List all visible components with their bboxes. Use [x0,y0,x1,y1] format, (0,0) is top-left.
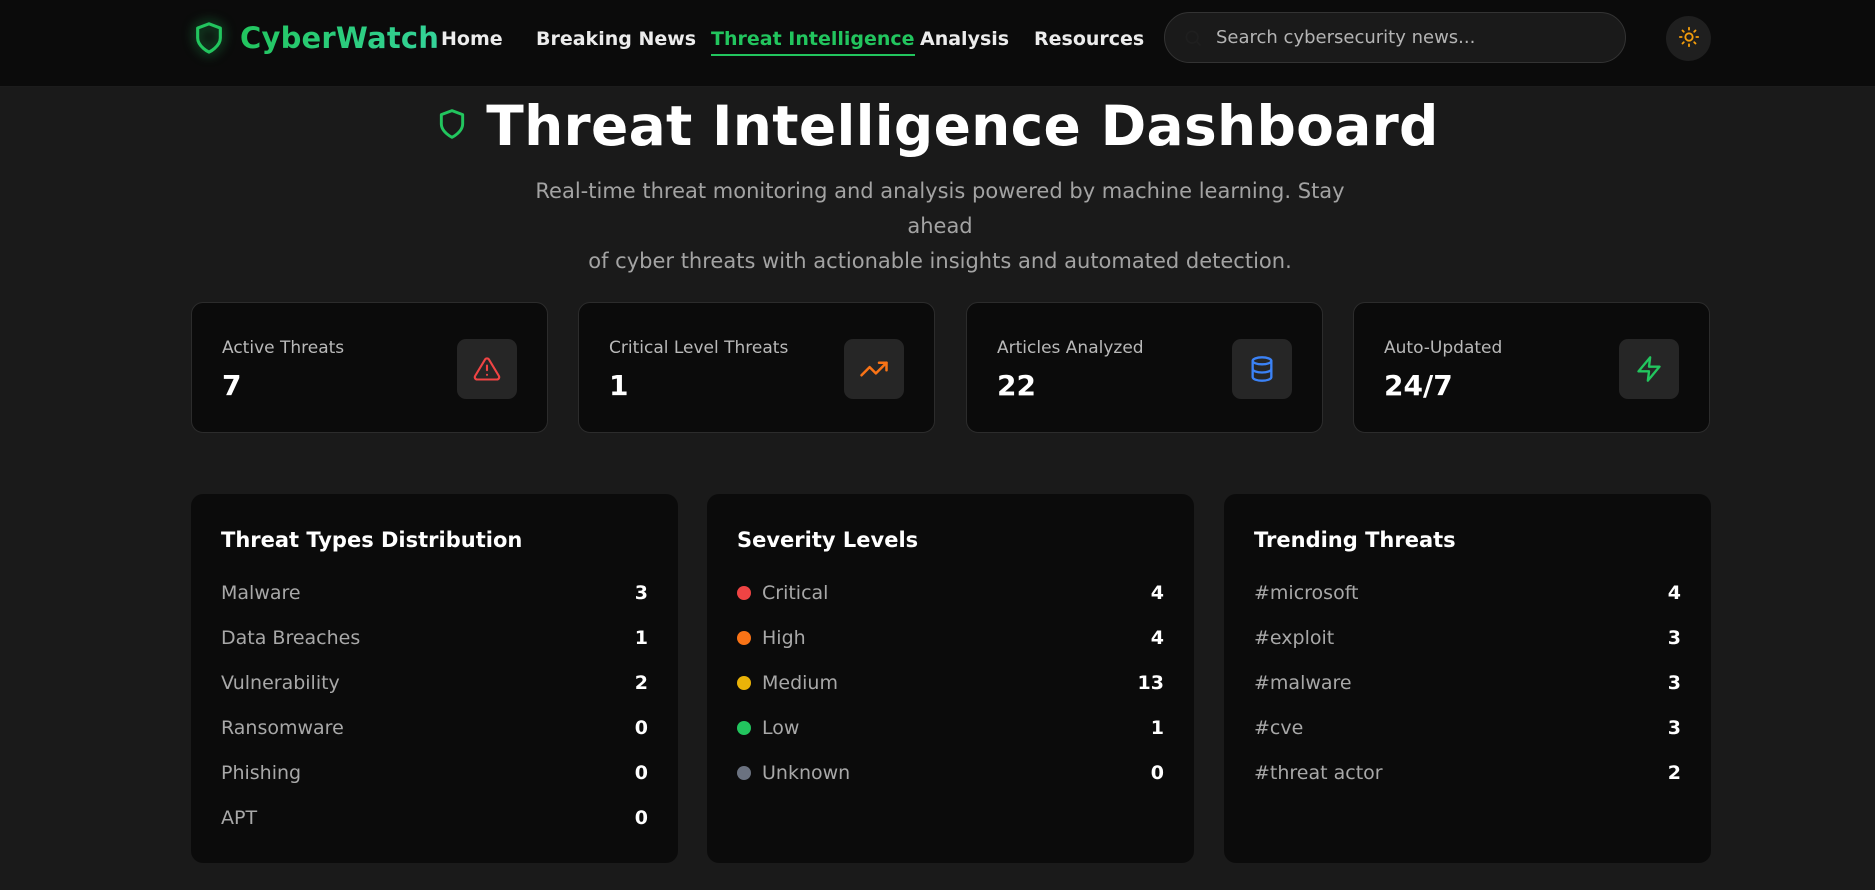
subtitle-line-1: Real-time threat monitoring and analysis… [535,179,1345,238]
row-value: 13 [1137,671,1164,694]
nav-home[interactable]: Home [441,26,503,52]
list-item: APT 0 [221,795,648,840]
search-input[interactable] [1165,13,1625,62]
row-value: 0 [634,806,648,829]
row-label: APT [221,806,258,829]
list-item: Ransomware 0 [221,705,648,750]
nav-threat-intelligence[interactable]: Threat Intelligence [711,26,915,56]
severity-dot [737,630,751,645]
severity-dot [737,720,751,735]
row-value: 4 [1150,626,1164,649]
panel-trending-threats: Trending Threats #microsoft 4 #exploit 3 #… [1224,494,1711,863]
nav-resources[interactable]: Resources [1034,26,1144,52]
row-value: 2 [634,671,648,694]
row-value: 3 [634,581,648,604]
row-value: 3 [1667,716,1681,739]
list-item[interactable]: #microsoft 4 [1254,570,1681,615]
row-value: 1 [1150,716,1164,739]
stat-value: 1 [609,369,629,402]
row-label: Low [762,716,800,739]
row-label: Ransomware [221,716,344,739]
row-label: Medium [762,671,838,694]
shield-icon [436,105,468,147]
list-item: Phishing 0 [221,750,648,795]
list-item: High 4 [737,615,1164,660]
severity-dot [737,675,751,690]
row-value: 4 [1667,581,1681,604]
row-label: Data Breaches [221,626,361,649]
row-value: 4 [1150,581,1164,604]
list-item: Critical 4 [737,570,1164,615]
row-value: 3 [1667,626,1681,649]
list-item[interactable]: #threat actor 2 [1254,750,1681,795]
list-item: Vulnerability 2 [221,660,648,705]
nav-breaking-news[interactable]: Breaking News [536,26,696,52]
row-value: 1 [634,626,648,649]
list-item[interactable]: #cve 3 [1254,705,1681,750]
row-label: #threat actor [1254,761,1383,784]
top-navbar: CyberWatch Home Breaking News Threat Int… [0,0,1875,87]
stat-value: 7 [222,369,242,402]
stat-card-critical-threats: Critical Level Threats 1 [578,302,935,433]
row-label: Malware [221,581,301,604]
list-item: Low 1 [737,705,1164,750]
database-icon [1232,339,1292,399]
stat-label: Articles Analyzed [997,338,1144,358]
brand-name: CyberWatch [240,21,440,55]
list-item[interactable]: #exploit 3 [1254,615,1681,660]
stat-value: 22 [997,369,1036,402]
panel-severity-levels: Severity Levels Critical 4 High 4 Medium 13… [707,494,1194,863]
stat-label: Active Threats [222,338,345,358]
list-item: Medium 13 [737,660,1164,705]
trending-up-icon [844,339,904,399]
sun-icon [1678,26,1700,52]
row-label: Critical [762,581,829,604]
row-label: #exploit [1254,626,1335,649]
row-label: #malware [1254,671,1352,694]
stat-label: Critical Level Threats [609,338,789,358]
shield-icon [192,18,226,58]
panel-threat-types: Threat Types Distribution Malware 3 Data … [191,494,678,863]
list-item: Unknown 0 [737,750,1164,795]
severity-dot [737,585,751,600]
stat-card-active-threats: Active Threats 7 [191,302,548,433]
row-label: #microsoft [1254,581,1359,604]
row-label: #cve [1254,716,1304,739]
search-bar [1164,12,1626,63]
threat-types-list: Malware 3 Data Breaches 1 Vulnerability 2 R… [221,570,648,840]
theme-toggle-button[interactable] [1666,16,1711,61]
nav-analysis[interactable]: Analysis [920,26,1009,52]
list-item: Data Breaches 1 [221,615,648,660]
severity-dot [737,765,751,780]
subtitle-line-2: of cyber threats with actionable insight… [588,249,1292,273]
stat-card-auto-updated: Auto-Updated 24/7 [1353,302,1710,433]
row-value: 0 [1150,761,1164,784]
hero-header: Threat Intelligence Dashboard [0,92,1875,160]
stat-label: Auto-Updated [1384,338,1503,358]
panel-title: Trending Threats [1254,528,1456,552]
alert-triangle-icon [457,339,517,399]
search-icon [1183,28,1203,52]
zap-icon [1619,339,1679,399]
row-value: 3 [1667,671,1681,694]
panel-title: Severity Levels [737,528,919,552]
stat-card-articles-analyzed: Articles Analyzed 22 [966,302,1323,433]
page-subtitle: Real-time threat monitoring and analysis… [510,174,1370,279]
row-value: 2 [1667,761,1681,784]
list-item[interactable]: #malware 3 [1254,660,1681,705]
trending-list: #microsoft 4 #exploit 3 #malware 3 #cve 3 #t… [1254,570,1681,795]
row-label: Vulnerability [221,671,340,694]
list-item: Malware 3 [221,570,648,615]
panel-title: Threat Types Distribution [221,528,523,552]
severity-list: Critical 4 High 4 Medium 13 Low 1 Unknown 0 [737,570,1164,795]
page-title: Threat Intelligence Dashboard [486,94,1439,158]
stat-value: 24/7 [1384,369,1453,402]
row-label: High [762,626,806,649]
row-value: 0 [634,761,648,784]
row-label: Phishing [221,761,302,784]
row-value: 0 [634,716,648,739]
brand-logo-link[interactable]: CyberWatch [192,18,439,58]
row-label: Unknown [762,761,851,784]
